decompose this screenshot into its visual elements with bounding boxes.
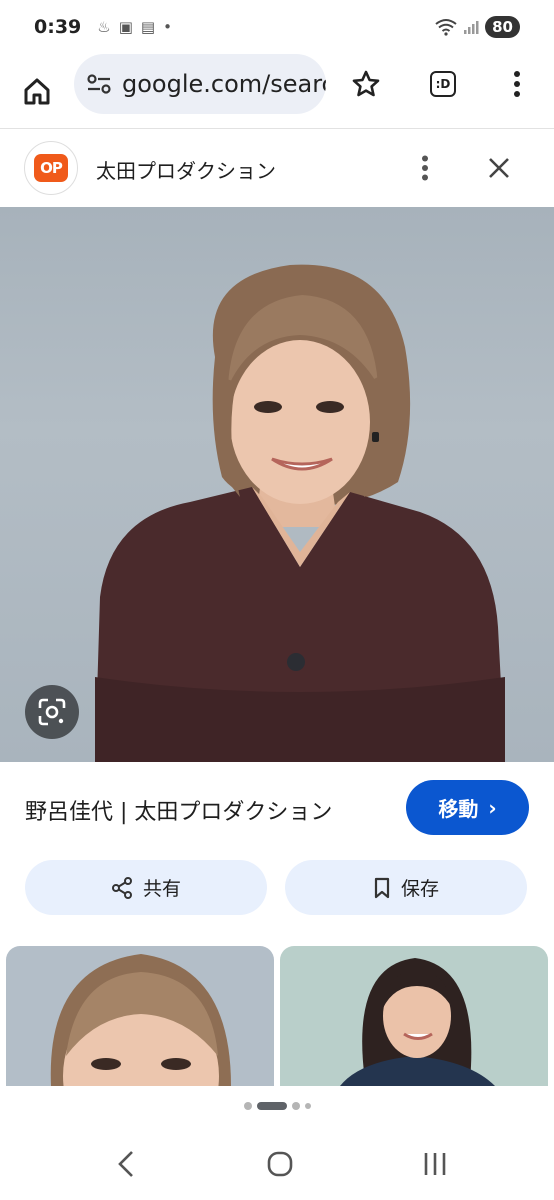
related-image-2-illustration bbox=[340, 958, 495, 1086]
share-icon bbox=[111, 876, 132, 899]
op-logo-icon: OP bbox=[34, 154, 68, 182]
pager-dot[interactable] bbox=[304, 1103, 311, 1109]
notification-icon: ♨ bbox=[97, 18, 111, 36]
more-vert-icon bbox=[422, 155, 428, 181]
visit-button[interactable]: 移動 › bbox=[406, 780, 529, 835]
recents-icon bbox=[424, 1153, 446, 1175]
home-button[interactable] bbox=[0, 54, 74, 128]
bookmark-icon bbox=[374, 877, 390, 898]
bookmark-button[interactable] bbox=[342, 60, 390, 108]
close-icon bbox=[489, 158, 509, 178]
back-chevron-icon bbox=[118, 1151, 133, 1177]
status-right: 80 bbox=[435, 16, 520, 38]
browser-menu-button[interactable] bbox=[493, 60, 541, 108]
more-notifications-dot-icon: • bbox=[163, 18, 172, 36]
more-vert-icon bbox=[514, 71, 520, 97]
related-image-1[interactable] bbox=[6, 946, 274, 1086]
share-label: 共有 bbox=[142, 878, 181, 900]
screen: 0:39 ♨ ▣ ▤ • 80 google.com/search :D bbox=[0, 0, 554, 1200]
portrait-illustration bbox=[95, 264, 505, 762]
recents-button[interactable] bbox=[405, 1142, 465, 1186]
system-nav-bar bbox=[0, 1128, 554, 1200]
related-image-2[interactable] bbox=[280, 946, 548, 1086]
image-pager bbox=[0, 1100, 554, 1112]
site-favicon: OP bbox=[24, 141, 78, 195]
address-bar[interactable]: google.com/search bbox=[74, 54, 326, 114]
home-nav-button[interactable] bbox=[250, 1142, 310, 1186]
google-lens-icon bbox=[38, 698, 66, 726]
site-name: 太田プロダクション bbox=[96, 159, 276, 183]
home-circle-icon bbox=[267, 1151, 293, 1177]
back-button[interactable] bbox=[96, 1142, 156, 1186]
site-settings-icon[interactable] bbox=[86, 73, 112, 95]
signal-icon bbox=[464, 21, 479, 34]
share-button[interactable]: 共有 bbox=[25, 860, 267, 915]
visit-label: 移動 bbox=[438, 797, 479, 821]
browser-toolbar: google.com/search :D bbox=[0, 54, 554, 128]
status-bar: 0:39 ♨ ▣ ▤ • 80 bbox=[0, 0, 554, 54]
site-header: OP 太田プロダクション bbox=[0, 129, 554, 207]
related-image-1-illustration bbox=[50, 954, 231, 1086]
screenshot-icon: ▣ bbox=[118, 18, 133, 36]
lens-search-button[interactable] bbox=[25, 685, 79, 739]
status-time: 0:39 bbox=[34, 16, 82, 38]
save-label: 保存 bbox=[400, 878, 439, 900]
close-button[interactable] bbox=[474, 143, 524, 193]
news-icon: ▤ bbox=[140, 18, 156, 36]
pager-dot[interactable] bbox=[243, 1102, 252, 1110]
site-more-button[interactable] bbox=[400, 143, 450, 193]
main-image[interactable] bbox=[0, 207, 554, 762]
pager-dot-active[interactable] bbox=[256, 1102, 287, 1110]
url-text: google.com/search bbox=[122, 70, 326, 98]
star-icon bbox=[352, 70, 380, 97]
save-button[interactable]: 保存 bbox=[285, 860, 527, 915]
tab-count: :D bbox=[430, 71, 456, 97]
wifi-icon bbox=[435, 19, 457, 36]
pager-dot[interactable] bbox=[291, 1102, 300, 1110]
chevron-right-icon: › bbox=[488, 795, 497, 820]
tab-switcher-button[interactable]: :D bbox=[419, 60, 467, 108]
home-icon bbox=[24, 78, 50, 105]
result-title: 野呂佳代 | 太田プロダクション bbox=[25, 800, 333, 825]
battery-badge: 80 bbox=[485, 16, 520, 38]
